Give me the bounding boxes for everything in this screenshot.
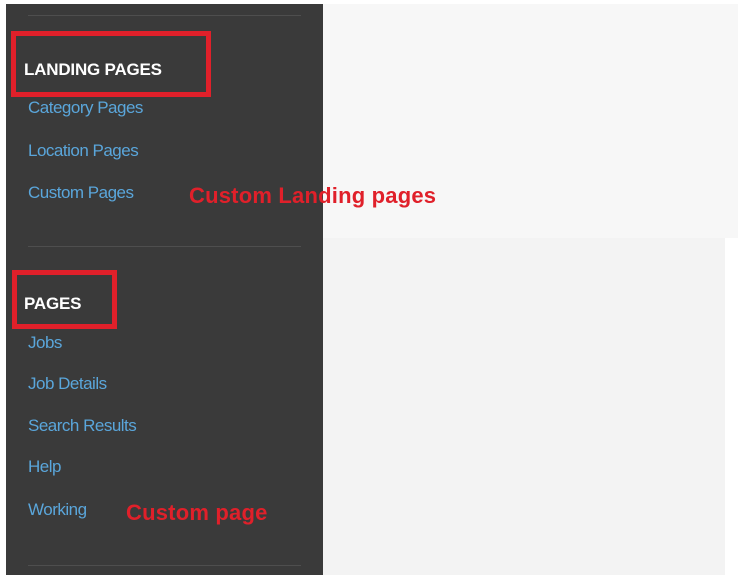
sidebar-link-jobs[interactable]: Jobs	[28, 333, 62, 353]
content-panel	[323, 238, 725, 575]
annotation-custom-landing-pages: Custom Landing pages	[189, 183, 437, 208]
divider	[28, 15, 301, 16]
sidebar-link-custom-pages[interactable]: Custom Pages	[28, 183, 134, 203]
divider	[28, 565, 301, 566]
annotation-box-pages	[12, 270, 117, 329]
divider	[28, 246, 301, 247]
sidebar-link-working[interactable]: Working	[28, 500, 87, 520]
annotation-custom-page: Custom page	[126, 500, 268, 525]
sidebar-link-help[interactable]: Help	[28, 457, 61, 477]
sidebar-link-job-details[interactable]: Job Details	[28, 374, 107, 394]
annotation-box-landing-pages	[11, 31, 211, 97]
sidebar-link-search-results[interactable]: Search Results	[28, 416, 137, 436]
sidebar-link-category-pages[interactable]: Category Pages	[28, 98, 143, 118]
sidebar-link-location-pages[interactable]: Location Pages	[28, 141, 139, 161]
